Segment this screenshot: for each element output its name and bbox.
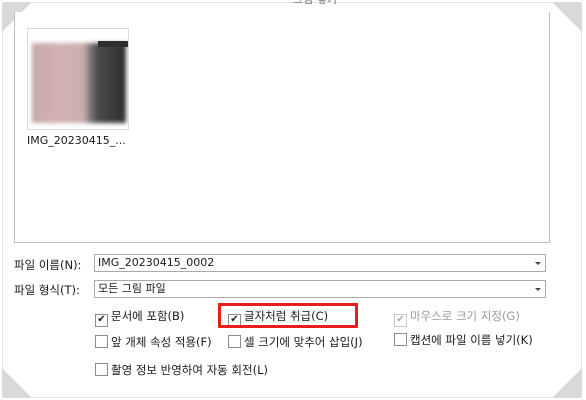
filename-value: IMG_20230415_0002: [98, 256, 215, 269]
fit-cell-label: 셀 크기에 맞추어 삽입(J): [244, 335, 363, 349]
file-item-name: IMG_20230415_...: [27, 134, 126, 147]
option-fit-cell[interactable]: 셀 크기에 맞추어 삽입(J): [228, 334, 363, 350]
dropdown-arrow-icon[interactable]: [535, 262, 541, 265]
apply-prev-props-label: 앞 개체 속성 적용(F): [111, 335, 212, 349]
dialog-title: 그림 넣기: [240, 0, 390, 8]
corner-decoration: [552, 2, 582, 32]
option-mouse-size: ✔ 마우스로 크기 지정(G): [394, 308, 520, 327]
dropdown-arrow-icon[interactable]: [535, 288, 541, 291]
mouse-size-checkbox: ✔: [394, 314, 407, 327]
auto-rotate-checkbox[interactable]: [95, 363, 108, 376]
thumbnail-photo-edge: [98, 41, 128, 47]
filename-combobox[interactable]: IMG_20230415_0002: [94, 254, 546, 272]
image-thumbnail[interactable]: [27, 28, 129, 130]
file-list[interactable]: IMG_20230415_...: [14, 12, 550, 243]
file-item[interactable]: IMG_20230415_...: [27, 28, 131, 148]
apply-prev-props-checkbox[interactable]: [95, 335, 108, 348]
thumbnail-photo: [32, 43, 126, 123]
filetype-label: 파일 형식(T):: [14, 283, 80, 297]
include-in-doc-label: 문서에 포함(B): [111, 309, 185, 323]
filename-label: 파일 이름(N):: [14, 258, 82, 272]
option-include-in-doc[interactable]: ✔ 문서에 포함(B): [95, 308, 185, 327]
auto-rotate-label: 촬영 정보 반영하여 자동 회전(L): [111, 363, 268, 377]
filetype-combobox[interactable]: 모든 그림 파일: [94, 280, 546, 298]
caption-filename-label: 캡션에 파일 이름 넣기(K): [410, 333, 533, 347]
highlight-box: [218, 303, 358, 328]
option-apply-prev-props[interactable]: 앞 개체 속성 적용(F): [95, 334, 212, 350]
include-in-doc-checkbox[interactable]: ✔: [95, 314, 108, 327]
option-caption-filename[interactable]: 캡션에 파일 이름 넣기(K): [394, 332, 533, 348]
option-auto-rotate[interactable]: 촬영 정보 반영하여 자동 회전(L): [95, 362, 268, 378]
fit-cell-checkbox[interactable]: [228, 335, 241, 348]
corner-decoration: [2, 368, 32, 398]
corner-decoration: [552, 368, 582, 398]
mouse-size-label: 마우스로 크기 지정(G): [410, 309, 520, 323]
caption-filename-checkbox[interactable]: [394, 333, 407, 346]
filetype-value: 모든 그림 파일: [98, 282, 166, 295]
